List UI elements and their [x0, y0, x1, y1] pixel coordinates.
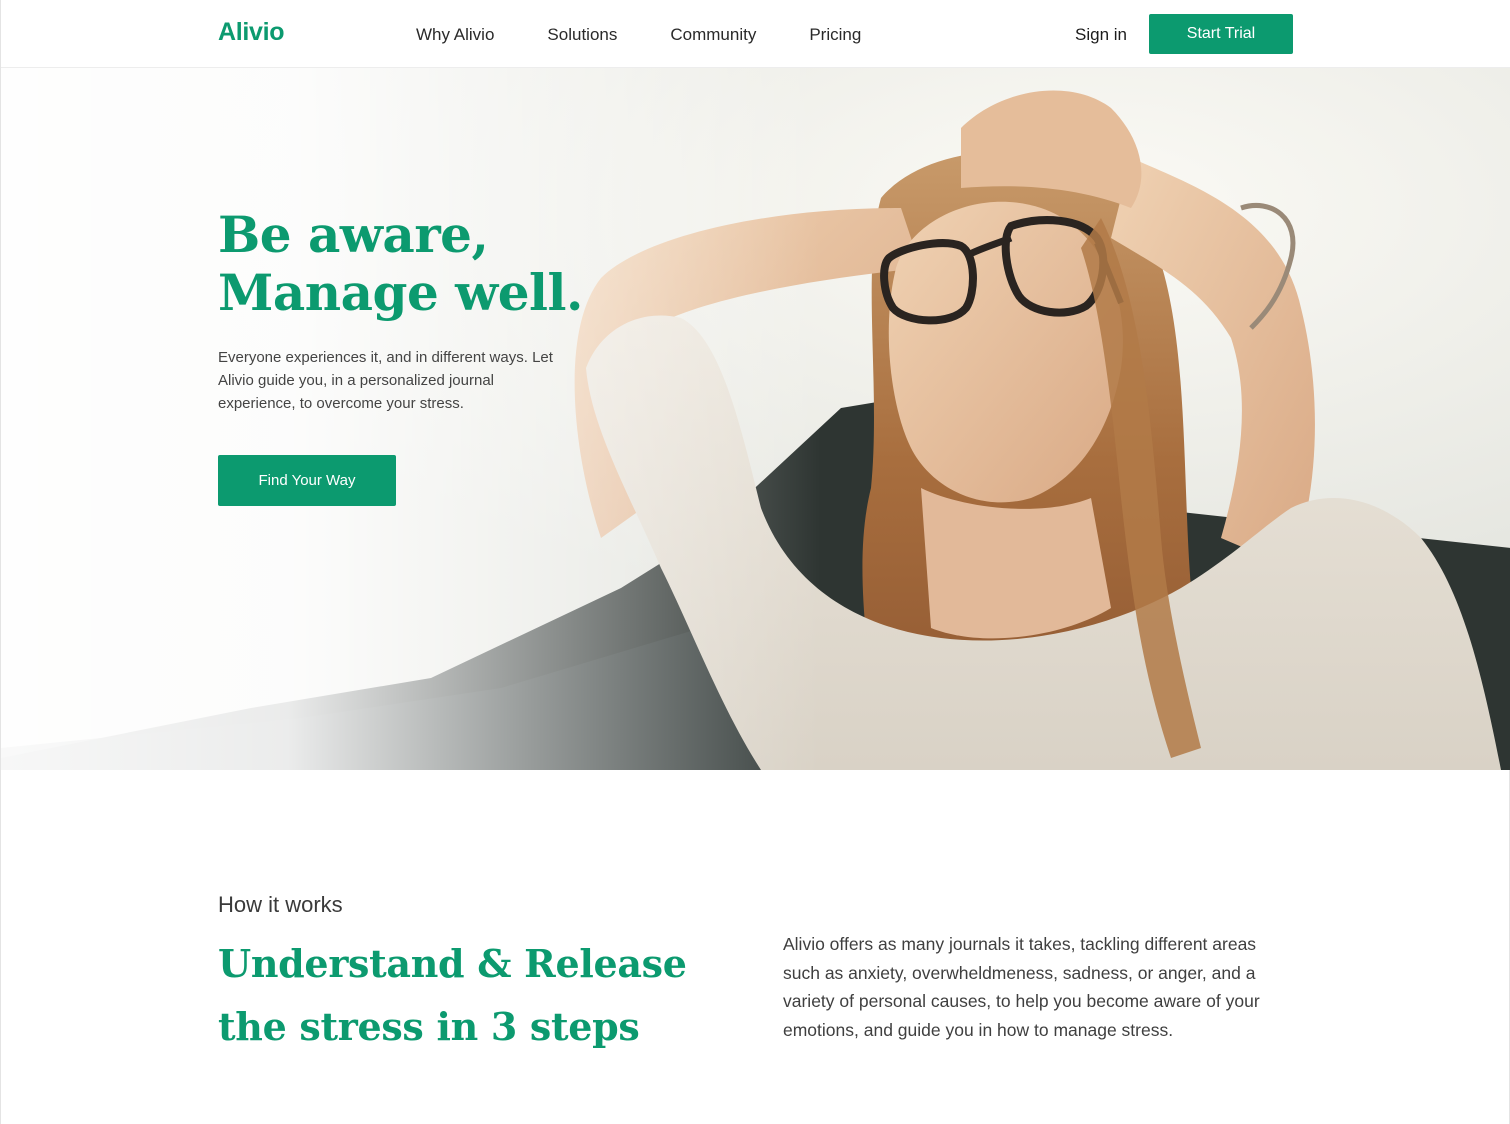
hero-section: Be aware, Manage well. Everyone experien…	[1, 68, 1510, 770]
hero-title: Be aware, Manage well.	[218, 206, 583, 322]
main-nav: Why Alivio Solutions Community Pricing	[416, 24, 914, 46]
hero-description: Everyone experiences it, and in differen…	[218, 349, 553, 412]
section-title-line-1: Understand & Release	[218, 941, 687, 986]
hero-overlay	[1, 68, 821, 770]
nav-item-why-alivio[interactable]: Why Alivio	[416, 24, 494, 46]
hero-title-line-1: Be aware,	[218, 205, 489, 264]
find-your-way-button[interactable]: Find Your Way	[218, 455, 396, 506]
sign-in-link[interactable]: Sign in	[1075, 24, 1127, 46]
nav-item-solutions[interactable]: Solutions	[547, 24, 617, 46]
section-description: Alivio offers as many journals it takes,…	[783, 934, 1260, 1040]
hero-title-line-2: Manage well.	[218, 263, 583, 322]
section-title: Understand & Release the stress in 3 ste…	[218, 932, 738, 1058]
section-title-line-2: the stress in 3 steps	[218, 1004, 640, 1049]
start-trial-button[interactable]: Start Trial	[1149, 14, 1293, 54]
section-label: How it works	[218, 892, 343, 917]
nav-item-pricing[interactable]: Pricing	[809, 24, 861, 46]
site-header: Alivio Why Alivio Solutions Community Pr…	[1, 0, 1510, 68]
brand-logo[interactable]: Alivio	[218, 18, 285, 47]
nav-item-community[interactable]: Community	[670, 24, 756, 46]
